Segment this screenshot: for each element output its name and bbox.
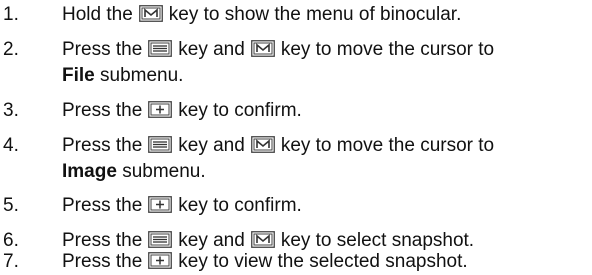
step-text-segment: Press the — [62, 39, 143, 60]
step-text: Press the key to view the selected snapsh… — [62, 249, 468, 275]
step-text-continuation: File submenu. — [0, 63, 592, 89]
instruction-step: 3. Press the key to confirm. — [0, 98, 592, 124]
instruction-step: 2. Press the key and key to move the cursor… — [0, 37, 592, 89]
m-key-icon — [138, 5, 163, 22]
step-text-segment: key to confirm. — [178, 100, 302, 121]
menu-key-icon — [148, 136, 173, 153]
instruction-step: 4. Press the key and key to move the cursor… — [0, 133, 592, 185]
menu-key-icon — [148, 40, 173, 57]
step-text-segment: key to move the cursor to — [280, 135, 495, 156]
step-text: Press the key and key to move the cursor t… — [62, 133, 494, 159]
confirm-key-icon — [148, 101, 173, 118]
step-text: Press the key to confirm. — [62, 98, 302, 124]
step-text: Press the key and key to move the cursor t… — [62, 37, 494, 63]
step-text: Press the key to confirm. — [62, 193, 302, 219]
step-text-segment: submenu. — [100, 65, 184, 86]
step-text-segment: key to move the cursor to — [280, 39, 495, 60]
step-text-continuation: Image submenu. — [0, 159, 592, 185]
m-key-icon — [250, 40, 275, 57]
step-number: 1. — [3, 4, 19, 25]
step-text-segment: key to show the menu of binocular. — [168, 4, 462, 25]
step-number: 7. — [3, 251, 19, 272]
step-text-segment: Press the — [62, 230, 143, 251]
instruction-step: 7. Press the key to view the selected snap… — [0, 249, 592, 275]
m-key-icon — [250, 231, 275, 248]
step-text-segment: key and — [178, 135, 245, 156]
confirm-key-icon — [148, 252, 173, 269]
m-key-icon — [250, 136, 275, 153]
menu-name: File — [62, 65, 95, 86]
instruction-step: 5. Press the key to confirm. — [0, 193, 592, 219]
step-number: 4. — [3, 135, 19, 156]
step-text-segment: Press the — [62, 100, 143, 121]
step-text-segment: Press the — [62, 195, 143, 216]
confirm-key-icon — [148, 196, 173, 213]
step-text: Hold the key to show the menu of binocula… — [62, 2, 461, 28]
menu-key-icon — [148, 231, 173, 248]
step-text-segment: Hold the — [62, 4, 133, 25]
step-text-segment: key to view the selected snapshot. — [178, 251, 468, 272]
step-number: 5. — [3, 195, 19, 216]
step-text-segment: key to select snapshot. — [280, 230, 475, 251]
menu-name: Image — [62, 161, 117, 182]
step-text-segment: Press the — [62, 135, 143, 156]
step-number: 3. — [3, 100, 19, 121]
instruction-list: 1. Hold the key to show the menu of binocu… — [0, 0, 592, 275]
step-text-segment: key to confirm. — [178, 195, 302, 216]
step-text-segment: submenu. — [122, 161, 206, 182]
instruction-step: 1. Hold the key to show the menu of binocu… — [0, 2, 592, 28]
step-number: 2. — [3, 39, 19, 60]
step-text-segment: Press the — [62, 251, 143, 272]
step-text-segment: key and — [178, 230, 245, 251]
step-text-segment: key and — [178, 39, 245, 60]
